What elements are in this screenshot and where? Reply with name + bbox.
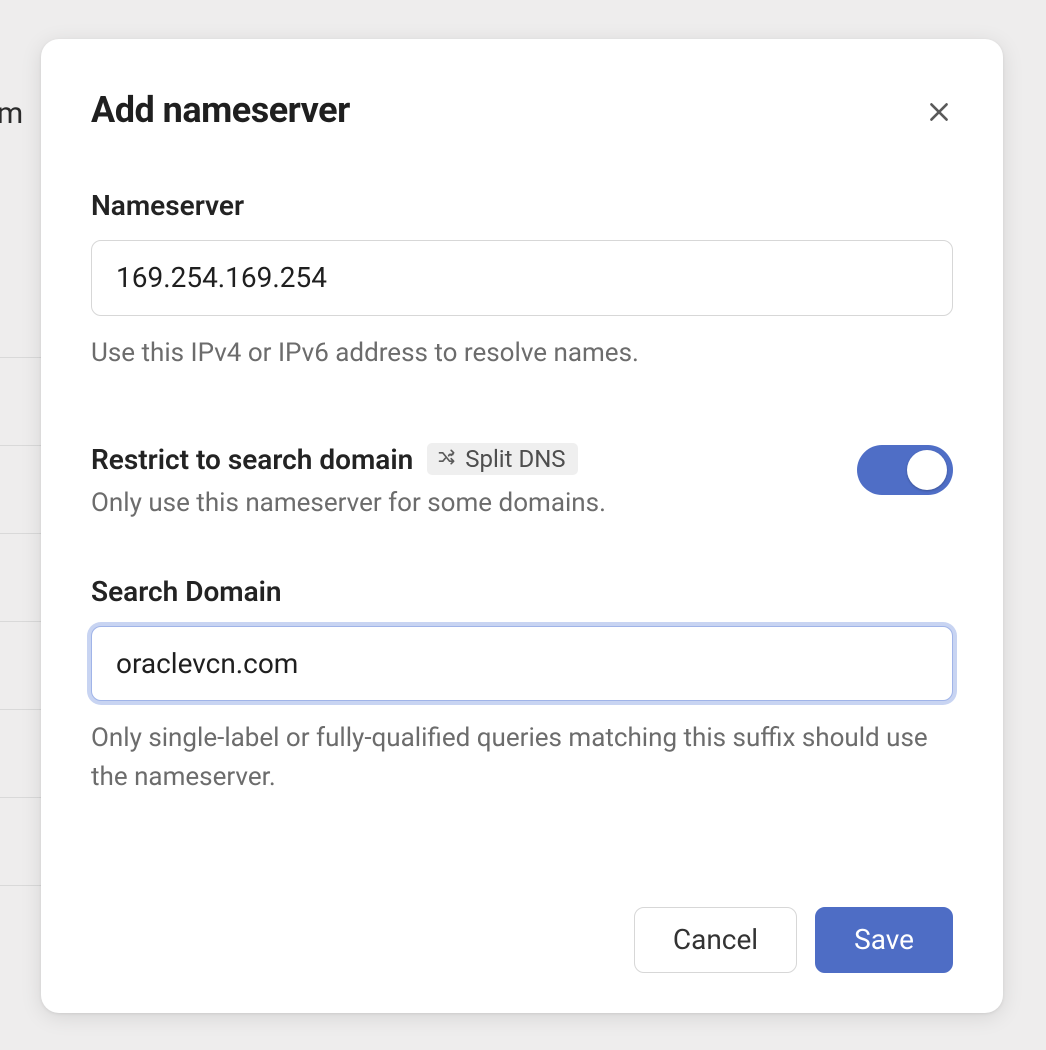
- nameserver-label: Nameserver: [91, 189, 953, 222]
- split-dns-badge: Split DNS: [427, 443, 577, 475]
- modal-header: Add nameserver: [91, 89, 953, 133]
- restrict-title: Restrict to search domain: [91, 443, 413, 476]
- background-row-lines: [0, 270, 42, 886]
- shuffle-icon: [437, 447, 457, 471]
- restrict-to-search-domain-row: Restrict to search domain Split DNS: [91, 443, 953, 523]
- save-button[interactable]: Save: [815, 907, 953, 973]
- search-domain-input[interactable]: [91, 626, 953, 702]
- restrict-toggle[interactable]: [857, 445, 953, 495]
- restrict-text-group: Restrict to search domain Split DNS: [91, 443, 857, 523]
- cancel-button[interactable]: Cancel: [634, 907, 797, 973]
- modal-footer: Cancel Save: [91, 877, 953, 973]
- search-domain-help-text: Only single-label or fully-qualified que…: [91, 719, 953, 797]
- modal-title: Add nameserver: [91, 89, 350, 131]
- restrict-description: Only use this nameserver for some domain…: [91, 484, 827, 523]
- nameserver-help-text: Use this IPv4 or IPv6 address to resolve…: [91, 334, 953, 373]
- add-nameserver-modal: Add nameserver Nameserver Use this IPv4 …: [41, 39, 1003, 1013]
- split-dns-badge-label: Split DNS: [465, 447, 565, 471]
- nameserver-section: Nameserver Use this IPv4 or IPv6 address…: [91, 189, 953, 373]
- close-button[interactable]: [919, 93, 959, 133]
- search-domain-section: Search Domain Only single-label or fully…: [91, 575, 953, 798]
- search-domain-label: Search Domain: [91, 575, 953, 608]
- toggle-knob: [907, 450, 947, 490]
- nameserver-input[interactable]: [91, 240, 953, 316]
- close-icon: [926, 99, 952, 128]
- background-partial-text: am: [0, 96, 24, 131]
